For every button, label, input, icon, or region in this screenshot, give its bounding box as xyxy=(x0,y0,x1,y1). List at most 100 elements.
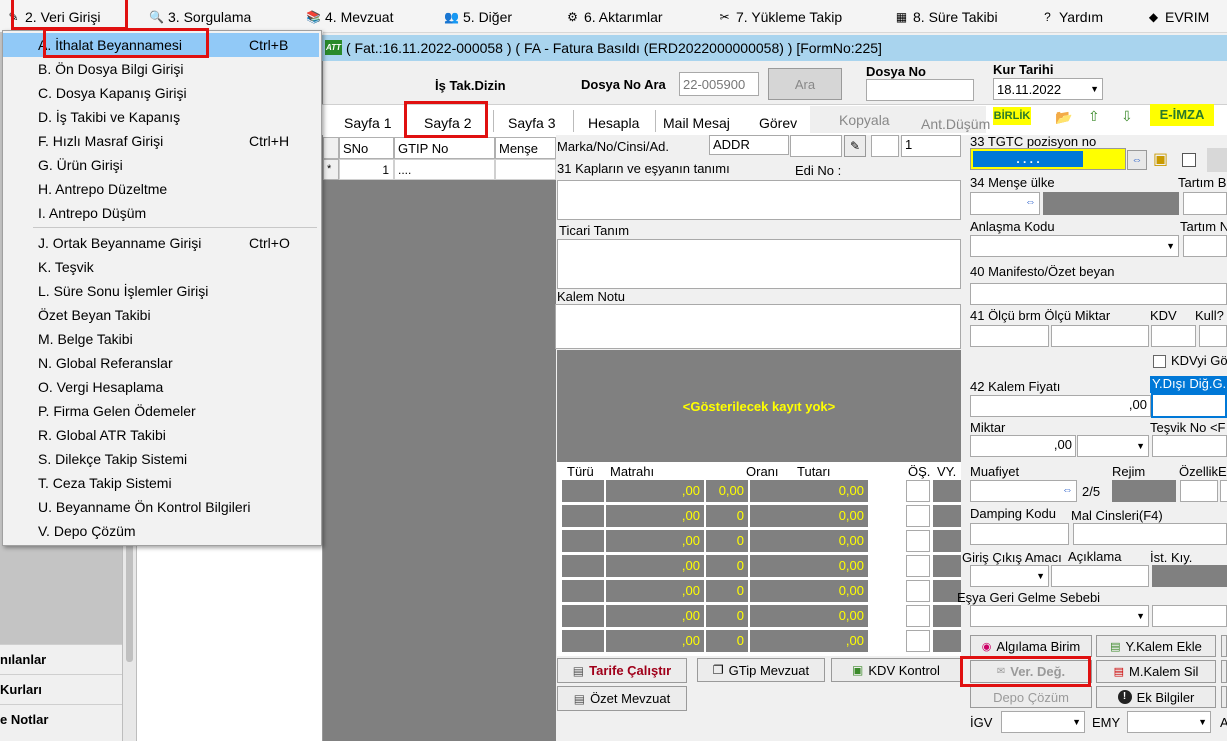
tax-cell-tutar[interactable]: 0,00 xyxy=(750,530,868,552)
menu-item-6[interactable]: G. Ürün Girişi xyxy=(3,153,319,177)
miktar-birim-select[interactable]: ▼ xyxy=(1077,435,1149,457)
tax-cell-turu[interactable] xyxy=(562,580,604,602)
tax-cell-matrah[interactable]: ,00 xyxy=(606,555,704,577)
tax-cell-os[interactable] xyxy=(906,480,930,502)
dosya-no-ara-input[interactable]: 22-005900 xyxy=(679,72,759,96)
muafiyet-input[interactable]: ⇔ xyxy=(970,480,1077,502)
ellipsis-icon[interactable]: ⇔ xyxy=(1025,196,1036,208)
tax-cell-os[interactable] xyxy=(906,530,930,552)
tax-cell-oran[interactable]: 0 xyxy=(706,605,748,627)
tax-cell-turu[interactable] xyxy=(562,605,604,627)
grid-header-gtip[interactable]: GTIP No xyxy=(394,137,495,159)
olcu-birim-input[interactable] xyxy=(970,325,1049,347)
tax-cell-vy[interactable] xyxy=(933,505,961,527)
ozet-mevzuat-button[interactable]: ▤ Özet Mevzuat xyxy=(557,686,687,711)
box-icon[interactable]: ▣ xyxy=(1153,149,1168,169)
grid-header-mense[interactable]: Menşe xyxy=(495,137,556,159)
menu-item-17[interactable]: R. Global ATR Takibi xyxy=(3,423,319,447)
tax-cell-matrah[interactable]: ,00 xyxy=(606,580,704,602)
tab-kopyala[interactable]: Kopyala xyxy=(839,109,890,131)
kur-tarihi-select[interactable]: 18.11.2022 ▼ xyxy=(993,78,1103,100)
ozellik-input[interactable] xyxy=(1180,480,1218,502)
tax-cell-tutar[interactable]: 0,00 xyxy=(750,580,868,602)
tax-cell-os[interactable] xyxy=(906,605,930,627)
menu-sure-takibi[interactable]: ▦ 8. Süre Takibi xyxy=(894,8,998,26)
marka-count-input[interactable]: 1 xyxy=(901,135,961,157)
kdv-input[interactable] xyxy=(1151,325,1196,347)
menu-item-15[interactable]: O. Vergi Hesaplama xyxy=(3,375,319,399)
tax-cell-oran[interactable]: 0 xyxy=(706,580,748,602)
menu-aktarimlar[interactable]: ⚙ 6. Aktarımlar xyxy=(565,8,662,26)
ozellik-extra-input[interactable] xyxy=(1220,480,1227,502)
menu-evrim[interactable]: ◆ EVRIM xyxy=(1146,8,1209,26)
tax-cell-oran[interactable]: 0 xyxy=(706,555,748,577)
tax-cell-tutar[interactable]: ,00 xyxy=(750,630,868,652)
tab-hesapla[interactable]: Hesapla xyxy=(588,112,639,134)
depo-cozum-button[interactable]: Depo Çözüm xyxy=(970,686,1092,708)
tax-cell-vy[interactable] xyxy=(933,480,961,502)
tax-cell-turu[interactable] xyxy=(562,480,604,502)
tax-cell-oran[interactable]: 0 xyxy=(706,505,748,527)
tab-gorev[interactable]: Görev xyxy=(759,112,797,134)
extra-button[interactable] xyxy=(1221,686,1227,708)
tax-cell-vy[interactable] xyxy=(933,530,961,552)
menu-item-5[interactable]: F. Hızlı Masraf Girişi Ctrl+H xyxy=(3,129,319,153)
tax-cell-matrah[interactable]: ,00 xyxy=(606,530,704,552)
kdv-kontrol-button[interactable]: ▣ KDV Kontrol xyxy=(831,658,961,682)
menu-item-2[interactable]: B. Ön Dosya Bilgi Girişi xyxy=(3,57,319,81)
menu-veri-girisi[interactable]: ✎ 2. Veri Girişi xyxy=(6,8,100,26)
gtc-extra-button[interactable] xyxy=(1207,148,1227,172)
tax-cell-vy[interactable] xyxy=(933,555,961,577)
giris-cikis-select[interactable]: ▼ xyxy=(970,565,1049,587)
tax-cell-vy[interactable] xyxy=(933,605,961,627)
menu-item-10[interactable]: K. Teşvik xyxy=(3,255,319,279)
dosya-no-input[interactable] xyxy=(866,79,974,101)
tax-cell-tutar[interactable]: 0,00 xyxy=(750,505,868,527)
igv-select[interactable]: ▼ xyxy=(1001,711,1085,733)
menu-item-1[interactable]: A. İthalat Beyannamesi Ctrl+B xyxy=(3,33,319,57)
ek-bilgiler-button[interactable]: ! Ek Bilgiler xyxy=(1096,686,1216,708)
tartim-b-input[interactable] xyxy=(1183,192,1227,215)
menu-item-13[interactable]: M. Belge Takibi xyxy=(3,327,319,351)
mense-input[interactable]: ⇔ xyxy=(970,192,1040,215)
tax-cell-matrah[interactable]: ,00 xyxy=(606,505,704,527)
tax-cell-os[interactable] xyxy=(906,505,930,527)
extra-button[interactable] xyxy=(1221,660,1227,683)
emy-select[interactable]: ▼ xyxy=(1127,711,1211,733)
ellipsis-icon[interactable]: ⇔ xyxy=(1062,484,1073,496)
grid-cell-gtip[interactable]: .... xyxy=(394,159,495,180)
extra-button[interactable] xyxy=(1221,635,1227,657)
anlasma-select[interactable]: ▼ xyxy=(970,235,1179,257)
menu-item-20[interactable]: U. Beyanname Ön Kontrol Bilgileri xyxy=(3,495,319,519)
menu-item-16[interactable]: P. Firma Gelen Ödemeler xyxy=(3,399,319,423)
menu-item-3[interactable]: C. Dosya Kapanış Girişi xyxy=(3,81,319,105)
tesvik-input[interactable] xyxy=(1152,435,1227,457)
mal-cinsleri-input[interactable] xyxy=(1073,523,1227,545)
tax-cell-matrah[interactable]: ,00 xyxy=(606,605,704,627)
kull-input[interactable] xyxy=(1199,325,1227,347)
damping-input[interactable] xyxy=(970,523,1069,545)
gtip-mevzuat-button[interactable]: ❐ GTip Mevzuat xyxy=(697,658,825,682)
tab-ant-dusum[interactable]: Ant.Düşüm xyxy=(921,113,990,135)
menu-item-12[interactable]: Özet Beyan Takibi xyxy=(3,303,319,327)
tax-cell-tutar[interactable]: 0,00 xyxy=(750,555,868,577)
kalem-notu-textarea[interactable] xyxy=(555,304,961,349)
tab-sayfa-2[interactable]: Sayfa 2 xyxy=(424,112,471,134)
tax-cell-matrah[interactable]: ,00 xyxy=(606,630,704,652)
upload-icon[interactable]: ⇧ xyxy=(1088,108,1100,125)
sidebar-item-kullanicilar[interactable]: nılanlar xyxy=(0,644,122,672)
y-kalem-ekle-button[interactable]: ▤ Y.Kalem Ekle xyxy=(1096,635,1216,657)
algilama-birim-button[interactable]: ◉ Algılama Birim xyxy=(970,635,1092,657)
grid-header-sno[interactable]: SNo xyxy=(339,137,394,159)
ara-button[interactable]: Ara xyxy=(768,68,842,100)
tax-cell-turu[interactable] xyxy=(562,505,604,527)
gtc-checkbox[interactable] xyxy=(1182,153,1196,167)
folder-open-icon[interactable]: 📂 xyxy=(1055,109,1072,126)
tab-sayfa-1[interactable]: Sayfa 1 xyxy=(344,112,391,134)
birlik-badge[interactable]: BİRLİK xyxy=(993,107,1031,125)
kdvyi-checkbox[interactable] xyxy=(1153,355,1166,368)
kaplar-textarea[interactable] xyxy=(557,180,961,220)
esya-geri-extra-input[interactable] xyxy=(1152,605,1227,627)
menu-item-8[interactable]: I. Antrepo Düşüm xyxy=(3,201,319,225)
menu-item-19[interactable]: T. Ceza Takip Sistemi xyxy=(3,471,319,495)
